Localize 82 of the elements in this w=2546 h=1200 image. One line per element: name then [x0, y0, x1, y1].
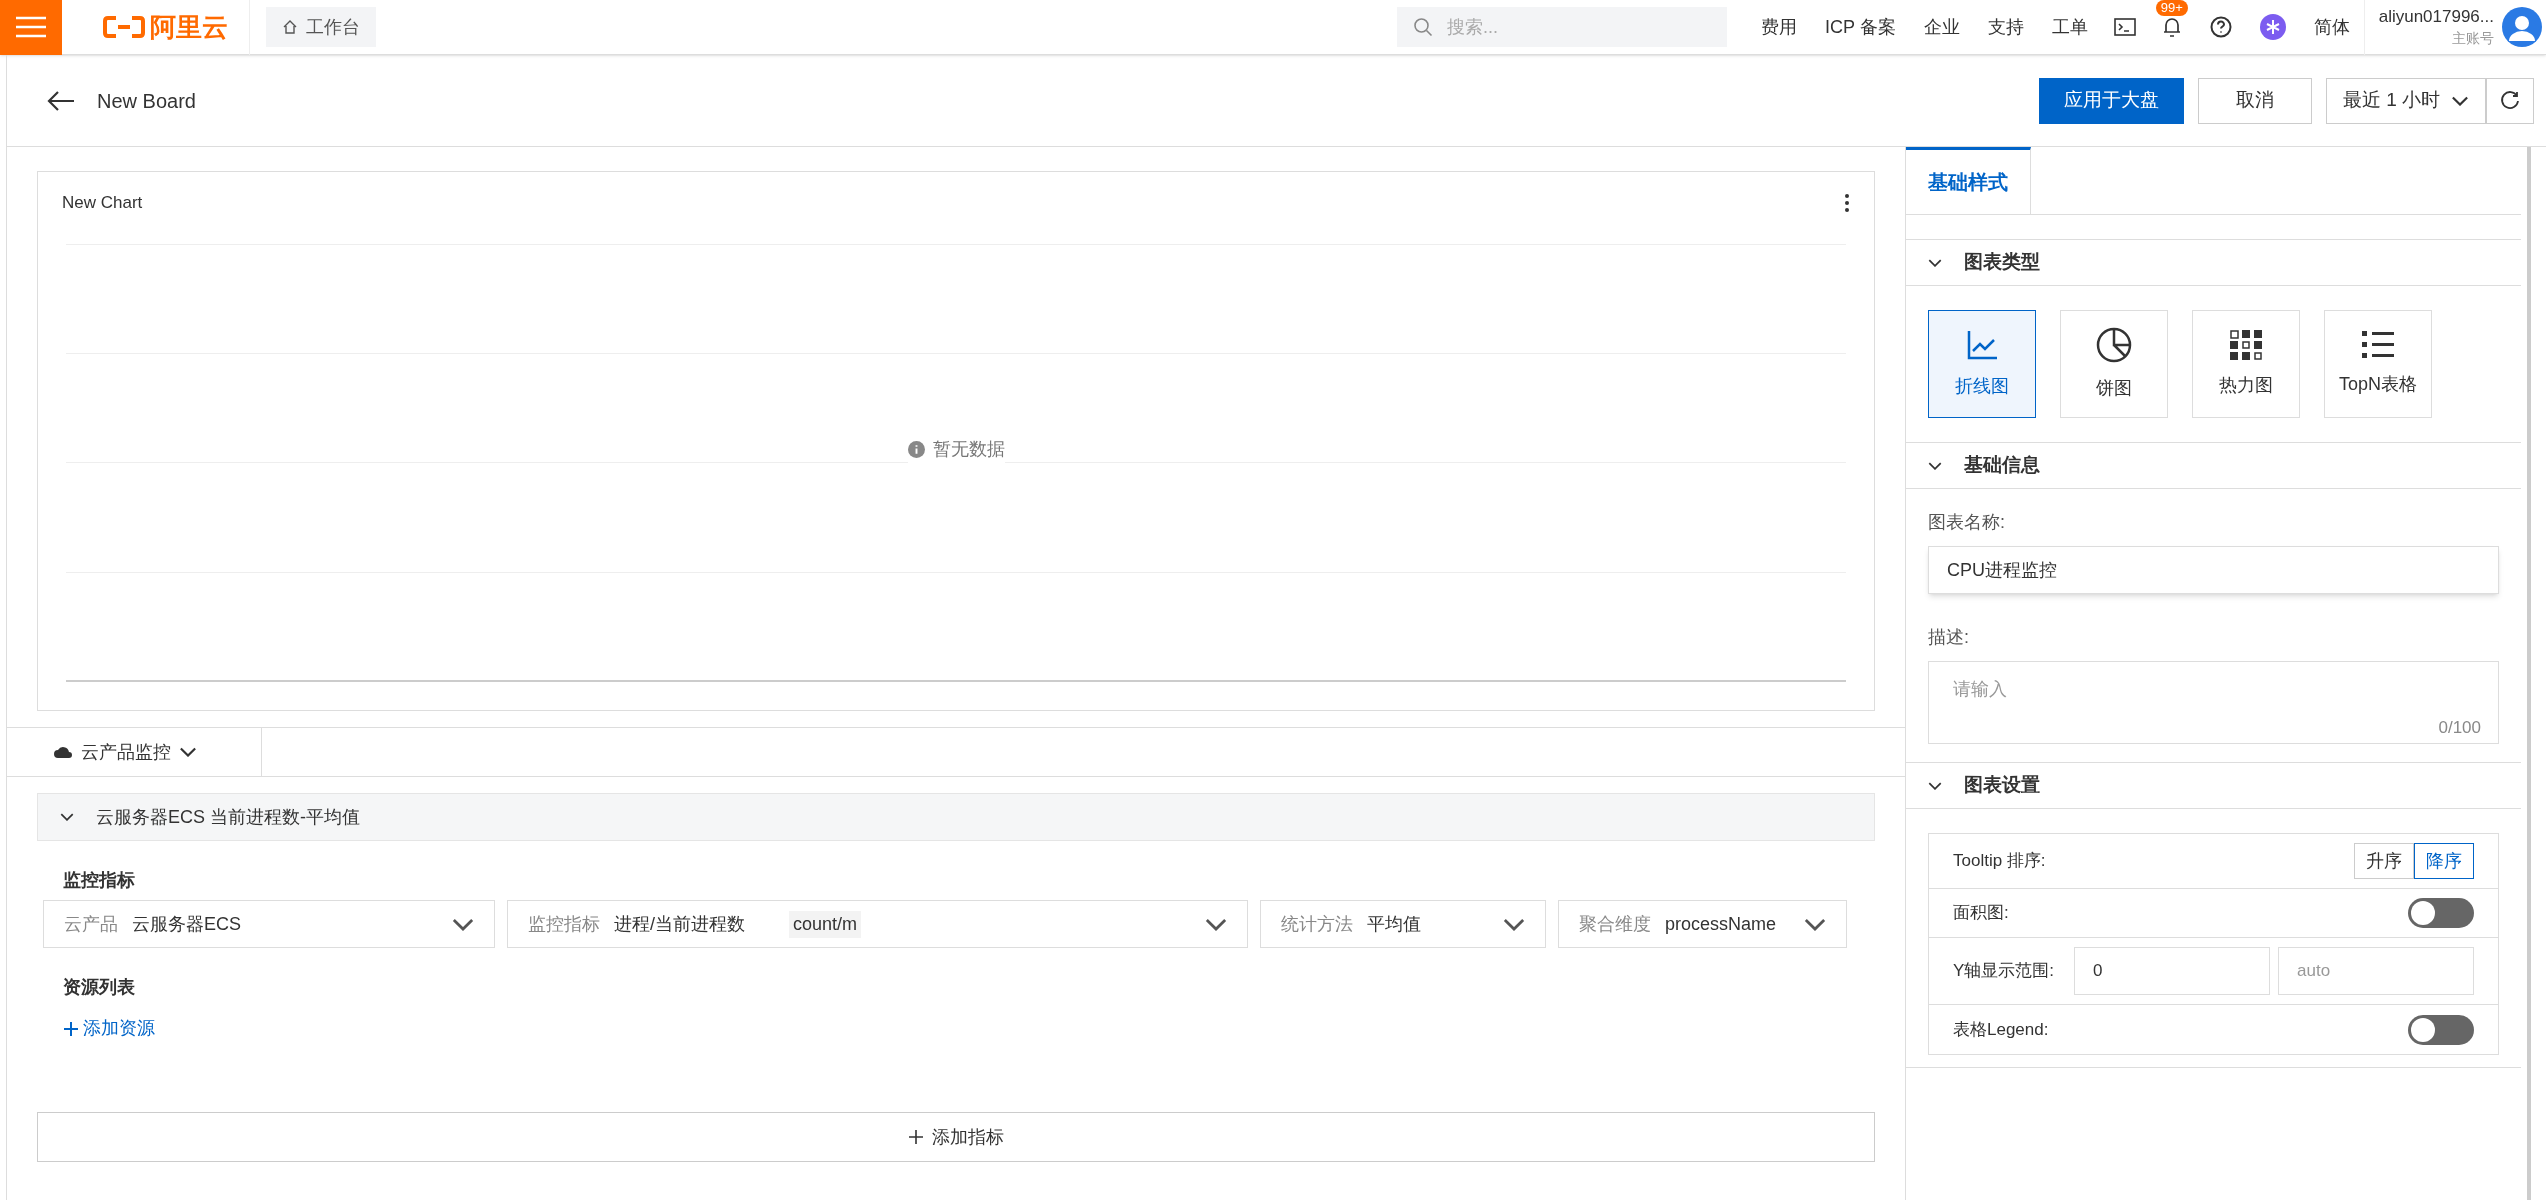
nav-link[interactable]: 工单 — [2037, 13, 2102, 41]
plus-icon — [908, 1129, 924, 1145]
metric-header[interactable]: 云服务器ECS 当前进程数-平均值 — [37, 793, 1875, 841]
time-range-select[interactable]: 最近 1 小时 — [2326, 77, 2486, 124]
menu-button[interactable] — [0, 0, 62, 55]
workbench-button[interactable]: 工作台 — [266, 7, 376, 47]
terminal-icon — [2113, 18, 2136, 36]
cancel-button[interactable]: 取消 — [2198, 77, 2312, 124]
field-label: 图表名称: — [1928, 511, 2006, 534]
logo-text: 阿里云 — [150, 10, 228, 44]
list-icon — [2362, 330, 2394, 359]
search-field[interactable]: 搜索... — [1397, 7, 1727, 47]
nav-link[interactable]: ICP 备案 — [1811, 13, 1910, 41]
section-header[interactable]: 基础信息 — [1906, 443, 2521, 489]
toggle-switch[interactable] — [2408, 898, 2474, 928]
bell-icon — [2161, 16, 2182, 38]
section-header[interactable]: 图表设置 — [1906, 763, 2521, 809]
account-role: 主账号 — [2452, 28, 2494, 48]
apply-button[interactable]: 应用于大盘 — [2039, 77, 2184, 124]
plus-icon — [63, 1020, 79, 1037]
cloud-icon — [53, 745, 73, 759]
add-resource-link[interactable]: 添加资源 — [63, 1015, 155, 1042]
chevron-down-icon — [1804, 917, 1826, 931]
setting-label: 表格Legend: — [1953, 1018, 2049, 1041]
chevron-down-icon — [1928, 781, 1942, 790]
character-count: 0/100 — [2438, 716, 2481, 739]
avatar-icon[interactable] — [2502, 7, 2542, 47]
chart-type-option[interactable]: TopN表格 — [2324, 310, 2432, 418]
chevron-down-icon — [1928, 461, 1942, 470]
logo-icon — [102, 15, 146, 39]
nav-link[interactable]: 支持 — [1973, 13, 2038, 41]
back-arrow-icon — [47, 89, 75, 112]
setting-label: 面积图: — [1953, 902, 2009, 925]
y-min-field[interactable]: 0 — [2074, 947, 2270, 995]
chart-title: New Chart — [62, 192, 143, 214]
section-header[interactable]: 图表类型 — [1906, 240, 2521, 286]
home-icon — [282, 19, 298, 35]
toggle-switch[interactable] — [2408, 1014, 2474, 1045]
chart-type-option[interactable]: 热力图 — [2192, 310, 2300, 418]
refresh-button[interactable] — [2486, 77, 2534, 124]
chevron-down-icon — [452, 917, 474, 931]
menu-icon — [16, 16, 46, 38]
notification-badge: 99+ — [2155, 0, 2188, 16]
nav-link[interactable]: 费用 — [1747, 13, 1811, 41]
sort-option[interactable]: 升序 — [2354, 843, 2414, 879]
back-button[interactable] — [47, 89, 75, 112]
metric-select[interactable]: 云产品 云服务器ECS — [43, 900, 495, 948]
pie-chart-icon — [2096, 326, 2132, 363]
chevron-down-icon — [1204, 917, 1227, 931]
setting-label: Y轴显示范围: — [1953, 960, 2056, 983]
line-chart-icon — [1966, 328, 1998, 361]
chevron-down-icon — [2451, 95, 2469, 106]
language-link[interactable]: 简体 — [2299, 13, 2364, 41]
chart-type-option[interactable]: 饼图 — [2060, 310, 2168, 418]
account-name[interactable]: aliyun017996... — [2378, 5, 2494, 28]
board-title: New Board — [97, 88, 196, 114]
section-label: 监控指标 — [63, 869, 136, 892]
refresh-icon — [2499, 89, 2521, 112]
nav-link[interactable]: 企业 — [1909, 13, 1974, 41]
chart-name-field[interactable]: CPU进程监控 — [1928, 546, 2499, 594]
chevron-down-icon — [60, 813, 74, 821]
help-icon — [2209, 16, 2232, 38]
chart-type-option[interactable]: 折线图 — [1928, 310, 2036, 418]
section-label: 资源列表 — [63, 976, 136, 999]
sort-option[interactable]: 降序 — [2414, 843, 2474, 879]
metric-select[interactable]: 聚合维度 processName — [1557, 900, 1847, 948]
add-metric-button[interactable]: 添加指标 — [37, 1112, 1875, 1162]
field-label: 描述: — [1928, 626, 1970, 649]
chevron-down-icon — [1928, 258, 1942, 267]
metric-select[interactable]: 监控指标 进程/当前进程数 count/m — [507, 900, 1248, 948]
more-icon[interactable] — [1844, 192, 1850, 213]
grid-icon — [2230, 329, 2262, 360]
panel-tab[interactable]: 基础样式 — [1906, 147, 2031, 214]
empty-text: 暂无数据 — [932, 437, 1005, 461]
setting-label: Tooltip 排序: — [1953, 850, 2046, 873]
source-tab[interactable]: 云产品监控 — [7, 728, 262, 776]
chevron-down-icon — [1502, 917, 1525, 931]
y-max-field[interactable]: auto — [2278, 947, 2474, 995]
chevron-down-icon — [179, 747, 197, 757]
metric-select[interactable]: 统计方法 平均值 — [1259, 900, 1546, 948]
sparkle-icon — [2259, 14, 2286, 40]
search-icon — [1413, 17, 1433, 37]
